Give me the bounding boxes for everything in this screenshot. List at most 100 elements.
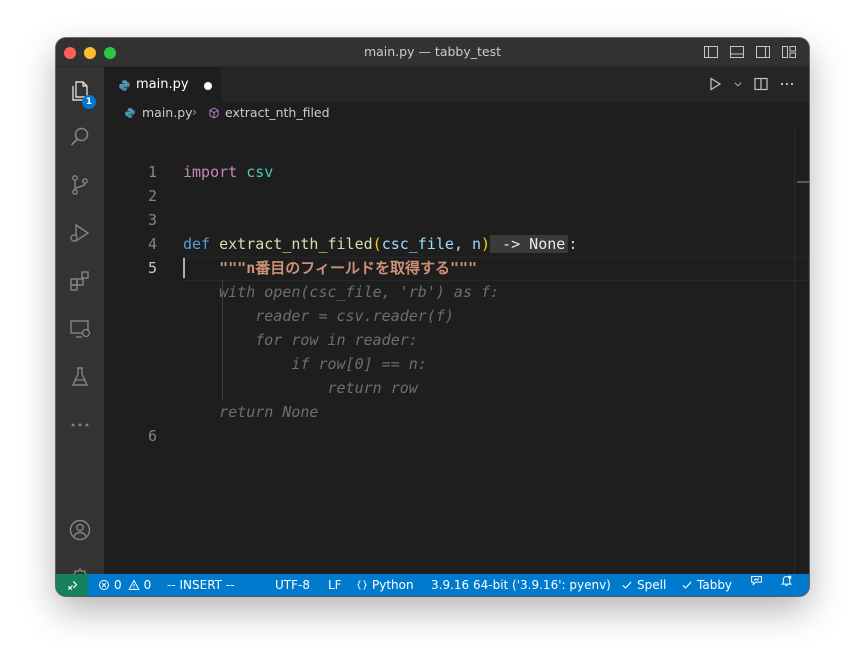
line-number-active: 5	[147, 259, 157, 277]
eol-selector[interactable]: LF	[328, 574, 342, 596]
braces-icon	[356, 580, 368, 590]
explorer-badge: 1	[82, 95, 96, 109]
accounts-button[interactable]	[56, 510, 104, 550]
run-debug-button[interactable]	[56, 213, 104, 253]
error-count: 0	[114, 578, 122, 592]
param-csc-file: csc_file	[381, 235, 454, 253]
encoding-selector[interactable]: UTF-8	[275, 574, 310, 596]
line-number: 6	[147, 427, 157, 445]
remote-indicator[interactable]	[56, 574, 88, 596]
ghost-text: with open(csc_file, 'rb') as f:	[183, 283, 500, 301]
explorer-button[interactable]: 1	[56, 71, 104, 111]
ghost-text: if row[0] == n:	[183, 355, 427, 373]
more-actions-icon[interactable]	[779, 76, 795, 92]
python-file-icon	[125, 108, 135, 118]
code-text: def extract_nth_filed(csc_file, n) -> No…	[183, 232, 577, 256]
unsaved-dot-icon[interactable]	[204, 82, 212, 90]
module-name: csv	[246, 163, 274, 181]
breadcrumb-file[interactable]: main.py	[142, 105, 193, 120]
vim-mode: -- INSERT --	[167, 578, 235, 592]
search-button[interactable]	[56, 117, 104, 157]
run-debug-icon	[70, 223, 90, 243]
inlay-type-hint: -> None	[490, 235, 569, 253]
spell-checker[interactable]: Spell	[621, 574, 666, 596]
docstring: """n番目のフィールドを取得する"""	[219, 259, 478, 277]
suggestion-line: with open(csc_file, 'rb') as f:	[104, 280, 809, 304]
bell-icon	[780, 575, 793, 586]
language-mode[interactable]: Python	[356, 574, 414, 596]
chevron-right-icon: ›	[192, 104, 197, 119]
keyword-def: def	[183, 235, 211, 253]
code-line-4: 4 def extract_nth_filed(csc_file, n) -> …	[104, 232, 809, 256]
keyword-import: import	[183, 163, 238, 181]
close-paren: )	[481, 235, 491, 253]
tabby-label: Tabby	[697, 578, 733, 592]
ghost-text: for row in reader:	[183, 331, 418, 349]
remote-explorer-button[interactable]	[56, 309, 104, 349]
source-control-button[interactable]	[56, 165, 104, 205]
line-number: 3	[147, 211, 157, 229]
ghost-text: return None	[183, 403, 319, 421]
check-icon	[682, 581, 692, 589]
toggle-primary-sidebar-icon[interactable]	[703, 44, 719, 60]
warning-icon	[127, 579, 140, 590]
run-python-file-icon[interactable]	[707, 76, 723, 92]
line-number: 4	[147, 235, 157, 253]
tab-main-py[interactable]: main.py	[104, 67, 221, 103]
title-bar: main.py — tabby_test	[56, 38, 809, 67]
python-file-icon	[119, 80, 130, 91]
suggestion-line: for row in reader:	[104, 328, 809, 352]
code-line-1: 1 import csv	[104, 160, 809, 184]
split-editor-icon[interactable]	[753, 76, 769, 92]
open-paren: (	[372, 235, 382, 253]
method-symbol-icon	[209, 107, 219, 119]
feedback-icon	[751, 575, 762, 586]
code-line-6: 6	[104, 424, 809, 448]
source-control-icon	[72, 175, 88, 195]
extensions-icon	[70, 271, 89, 291]
line-number: 2	[147, 187, 157, 205]
line-number: 1	[147, 163, 157, 181]
suggestion-line: reader = csv.reader(f)	[104, 304, 809, 328]
suggestion-line: if row[0] == n:	[104, 352, 809, 376]
code-editor[interactable]: 1 import csv 2 3 4 def extract_nth_filed…	[104, 124, 809, 574]
breadcrumb-symbol[interactable]: extract_nth_filed	[225, 105, 330, 120]
more-icon	[71, 423, 89, 427]
comma: ,	[453, 235, 472, 253]
vscode-window: main.py — tabby_test 1 main.py main.py ›…	[56, 38, 809, 596]
toggle-secondary-sidebar-icon[interactable]	[755, 44, 771, 60]
toggle-panel-icon[interactable]	[729, 44, 745, 60]
suggestion-line: return None	[104, 400, 809, 424]
text-cursor	[183, 258, 185, 278]
tab-label: main.py	[136, 77, 189, 92]
code-line-5: 5 """n番目のフィールドを取得する"""	[104, 256, 809, 280]
function-name: extract_nth_filed	[219, 235, 373, 253]
status-bar: 0 0 -- INSERT -- UTF-8 LF Python 3.9.16 …	[56, 574, 809, 596]
suggestion-line: return row	[104, 376, 809, 400]
code-line-3: 3	[104, 208, 809, 232]
remote-icon	[67, 580, 77, 590]
notifications-button[interactable]	[780, 574, 793, 587]
spell-label: Spell	[637, 578, 667, 592]
param-n: n	[472, 235, 482, 253]
window-title: main.py — tabby_test	[363, 44, 502, 59]
more-views-button[interactable]	[56, 405, 104, 445]
feedback-button[interactable]	[750, 574, 763, 587]
python-interpreter[interactable]: 3.9.16 64-bit ('3.9.16': pyenv)	[431, 574, 611, 596]
search-icon	[70, 127, 89, 146]
check-icon	[622, 581, 632, 589]
problems-indicator[interactable]: 0 0	[98, 574, 151, 596]
customize-layout-icon[interactable]	[781, 44, 797, 60]
code-line-2: 2	[104, 184, 809, 208]
flask-icon	[71, 367, 89, 386]
code-text: """n番目のフィールドを取得する"""	[183, 256, 477, 280]
code-text: import csv	[183, 160, 273, 184]
account-icon	[69, 519, 91, 541]
chevron-down-icon[interactable]	[733, 76, 743, 92]
testing-button[interactable]	[56, 357, 104, 397]
remote-explorer-icon	[70, 320, 91, 338]
extensions-button[interactable]	[56, 261, 104, 301]
tabby-status[interactable]: Tabby	[681, 574, 732, 596]
warning-count: 0	[143, 578, 152, 592]
